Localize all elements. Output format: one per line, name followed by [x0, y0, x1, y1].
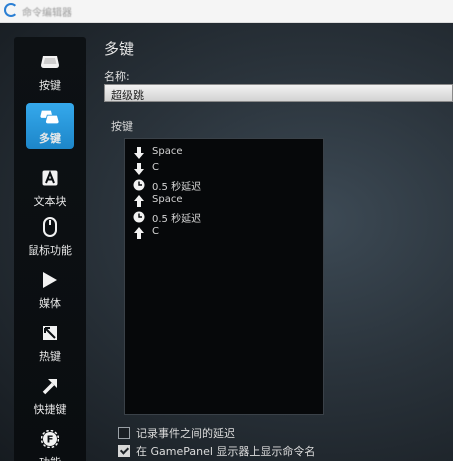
- event-list[interactable]: Space C 0.5 秒延迟 Space 0.5 秒延迟 C: [124, 138, 324, 415]
- list-item[interactable]: 0.5 秒延迟: [133, 177, 313, 193]
- logitech-logo-icon: [4, 3, 18, 17]
- name-field[interactable]: 超级跳: [104, 84, 453, 102]
- show-on-gamepanel-option[interactable]: 在 GamePanel 显示器上显示命令名: [118, 443, 438, 459]
- event-text: 0.5 秒延迟: [152, 182, 202, 193]
- sidebar-item-label: 媒体: [39, 297, 61, 310]
- show-on-gamepanel-label: 在 GamePanel 显示器上显示命令名: [136, 445, 316, 458]
- event-text: 0.5 秒延迟: [152, 214, 202, 225]
- sidebar-item-label: 按键: [39, 79, 61, 92]
- sidebar-item-label: 热键: [39, 350, 61, 363]
- key-down-arrow-icon: [134, 163, 144, 175]
- sidebar-item-hotkey[interactable]: 热键: [14, 320, 86, 370]
- sidebar-item-mouse-function[interactable]: 鼠标功能: [14, 214, 86, 264]
- window-title: 命令编辑器: [22, 8, 72, 19]
- sidebar-item-multikey[interactable]: 多键: [26, 103, 74, 149]
- sidebar-item-label: 多键: [39, 132, 61, 145]
- play-icon: [40, 270, 60, 290]
- clock-icon: [133, 211, 145, 223]
- key-icon: [40, 52, 60, 72]
- event-text: Space: [152, 194, 183, 205]
- event-text: C: [152, 226, 159, 237]
- record-delays-checkbox[interactable]: [118, 427, 130, 439]
- command-editor-window: 命令编辑器 按键 多键 文本块 鼠标功能 媒体 热键 快捷键 F 多键 名称: …: [0, 0, 453, 461]
- page-title: 多键: [104, 40, 135, 58]
- sidebar-item-text-block[interactable]: 文本块: [14, 165, 86, 215]
- show-on-gamepanel-checkbox[interactable]: [118, 445, 130, 457]
- sidebar-item-keystroke[interactable]: 按键: [14, 49, 86, 99]
- sidebar-item-label: 鼠标功能: [28, 244, 72, 257]
- sidebar-item-function[interactable]: F 功能: [14, 426, 86, 461]
- list-item[interactable]: C: [133, 225, 313, 241]
- list-item[interactable]: 0.5 秒延迟: [133, 209, 313, 225]
- sidebar-item-shortcut[interactable]: 快捷键: [14, 373, 86, 423]
- command-type-sidebar: 按键 多键 文本块 鼠标功能 媒体 热键 快捷键 F: [14, 37, 86, 461]
- shortcut-arrow-icon: [40, 376, 60, 396]
- list-item[interactable]: C: [133, 161, 313, 177]
- hotkey-icon: [40, 323, 60, 343]
- multi-key-icon: [40, 107, 60, 127]
- title-bar: 命令编辑器: [0, 0, 453, 23]
- clock-icon: [133, 179, 145, 191]
- key-up-arrow-icon: [134, 195, 144, 207]
- sidebar-item-media[interactable]: 媒体: [14, 267, 86, 317]
- list-item[interactable]: Space: [133, 145, 313, 161]
- mouse-icon: [40, 217, 60, 237]
- function-gear-icon: F: [40, 429, 60, 449]
- event-text: Space: [152, 146, 183, 157]
- sidebar-item-label: 快捷键: [33, 403, 67, 416]
- key-up-arrow-icon: [134, 227, 144, 239]
- name-label: 名称:: [104, 70, 130, 83]
- sidebar-item-label: 文本块: [33, 195, 67, 208]
- sidebar-item-label: 功能: [14, 454, 86, 461]
- text-block-icon: [40, 168, 60, 188]
- event-text: C: [152, 162, 159, 173]
- svg-text:F: F: [47, 435, 54, 446]
- record-delays-option[interactable]: 记录事件之间的延迟: [118, 425, 438, 441]
- record-delays-label: 记录事件之间的延迟: [136, 427, 235, 440]
- list-item[interactable]: Space: [133, 193, 313, 209]
- key-down-arrow-icon: [134, 147, 144, 159]
- keys-section-label: 按键: [111, 120, 133, 133]
